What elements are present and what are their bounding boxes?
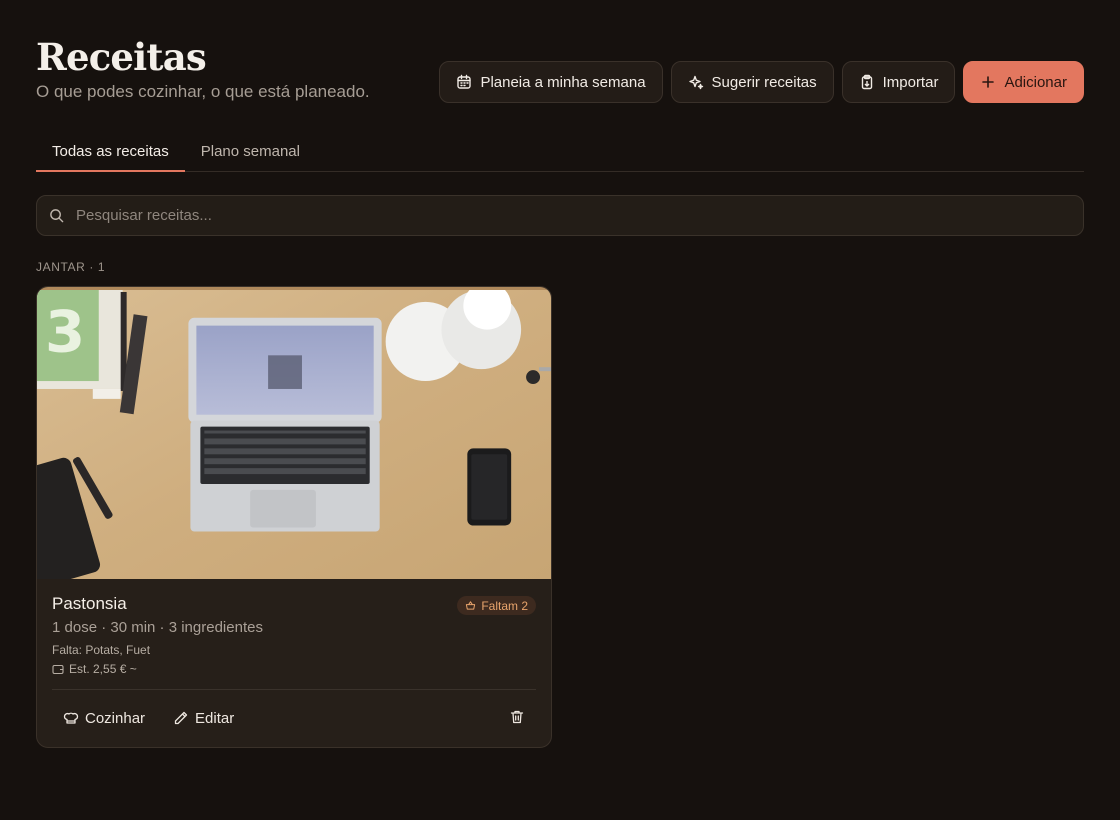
search-bar	[36, 195, 1084, 236]
pencil-icon	[174, 711, 188, 725]
tab-all-recipes[interactable]: Todas as receitas	[36, 133, 185, 172]
plan-week-label: Planeia a minha semana	[480, 73, 646, 91]
search-icon	[50, 209, 64, 223]
recipe-card-body: Pastonsia 1 dose · 30 min · 3 ingredient…	[37, 579, 551, 690]
delete-recipe-button[interactable]	[509, 709, 525, 730]
import-label: Importar	[882, 73, 939, 91]
recipe-card[interactable]: 3 Pastonsia 1 dose · 30 min · 3 ingredie…	[36, 286, 552, 748]
clipboard-icon	[861, 74, 872, 90]
suggest-recipes-label: Sugerir receitas	[711, 73, 817, 91]
recipe-image: 3	[37, 287, 551, 579]
add-recipe-button[interactable]: Adicionar	[963, 61, 1084, 103]
recipe-card-actions: Cozinhar Editar	[37, 690, 551, 746]
cook-label: Cozinhar	[85, 709, 146, 727]
basket-icon	[466, 601, 476, 610]
missing-count-badge: Faltam 2	[457, 596, 536, 615]
page-title: Receitas	[36, 35, 207, 79]
recipe-cost: Est. 2,55 € ~	[52, 662, 536, 676]
edit-button[interactable]: Editar	[159, 710, 248, 727]
tab-weekly-plan[interactable]: Plano semanal	[185, 133, 316, 172]
page-subtitle: O que podes cozinhar, o que está planead…	[36, 82, 370, 101]
chef-hat-icon	[63, 712, 79, 724]
section-label-dinner: JANTAR · 1	[36, 260, 106, 274]
recipe-cost-text: Est. 2,55 € ~	[69, 662, 137, 676]
recipe-missing-ingredients: Falta: Potats, Fuet	[52, 643, 151, 657]
trash-icon	[510, 710, 524, 724]
add-recipe-label: Adicionar	[1004, 73, 1067, 91]
sparkles-icon	[688, 75, 703, 90]
cook-button[interactable]: Cozinhar	[49, 710, 159, 727]
recipe-tabs: Todas as receitas Plano semanal	[36, 133, 1084, 172]
calendar-icon	[457, 74, 472, 89]
plan-week-button[interactable]: Planeia a minha semana	[439, 61, 663, 103]
edit-label: Editar	[195, 709, 235, 727]
import-button[interactable]: Importar	[841, 61, 956, 103]
wallet-icon	[52, 664, 64, 675]
page-header: Receitas O que podes cozinhar, o que est…	[36, 36, 370, 104]
suggest-recipes-button[interactable]: Sugerir receitas	[670, 61, 834, 103]
svg-text:3: 3	[45, 299, 85, 366]
recipe-meta: 1 dose · 30 min · 3 ingredientes	[52, 619, 263, 636]
header-actions: Planeia a minha semana Sugerir receitas …	[439, 61, 1084, 103]
search-input[interactable]	[76, 207, 1036, 224]
plus-icon	[982, 76, 995, 88]
missing-count-text: Faltam 2	[481, 598, 528, 613]
card-divider	[52, 689, 536, 690]
